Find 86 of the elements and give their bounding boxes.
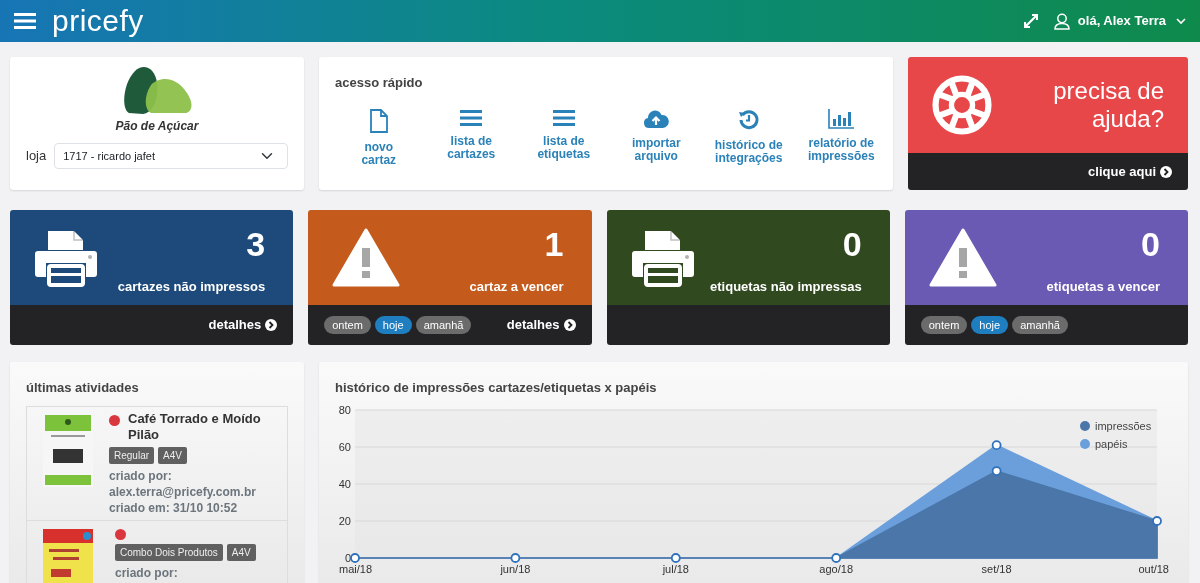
x-tick-label: mai/18 <box>339 562 373 575</box>
created-by-label: criado por: <box>109 467 172 484</box>
cloud-upload-icon <box>643 108 670 129</box>
y-tick-label: 20 <box>338 514 351 527</box>
stat-label: cartazes não impressos <box>117 277 266 296</box>
tag-label: A4V <box>158 446 187 464</box>
y-tick-label: 80 <box>338 403 351 416</box>
filter-chip[interactable]: amanhã <box>415 315 472 335</box>
created-by-label: criado por: <box>115 564 178 581</box>
history-icon <box>737 108 760 131</box>
stat-label: etiquetas a vencer <box>1046 277 1160 296</box>
filter-chip[interactable]: hoje <box>971 315 1009 335</box>
store-select[interactable]: 1717 - ricardo jafet <box>54 143 288 169</box>
bar-chart-icon <box>828 108 855 129</box>
legend-marker <box>1080 420 1090 431</box>
store-brand: Pão de Açúcar <box>115 118 199 135</box>
quick-access-link[interactable]: histórico de integrações <box>713 108 785 167</box>
y-tick-label: 0 <box>344 551 351 564</box>
list-icon <box>552 108 575 127</box>
lifebuoy-icon <box>932 75 992 135</box>
activity-title: Café Torrado e Moído Pilão <box>128 410 262 443</box>
data-point <box>670 552 681 563</box>
tag-label: Regular <box>109 446 155 464</box>
printer-icon <box>34 228 98 287</box>
stat-label: etiquetas não impressas <box>710 277 862 296</box>
activities-title: últimas atividades <box>26 379 140 397</box>
printer-icon <box>630 228 695 287</box>
expand-button[interactable] <box>1023 14 1038 28</box>
tag-label: Combo Dois Produtos <box>115 543 223 561</box>
data-point <box>1152 515 1162 526</box>
activity-item[interactable]: Café Torrado e Moído Pilão Regular A4V criado por: alex.terra@pricefy.com.br criado em: 31/10 10:52 <box>26 405 288 521</box>
chevron-circle-icon <box>563 319 576 331</box>
list-icon <box>460 108 483 127</box>
quick-access-title: acesso rápido <box>335 74 424 92</box>
data-point <box>831 552 842 563</box>
brand-logo: pricefy <box>52 6 144 36</box>
chevron-down-icon <box>1176 17 1186 25</box>
data-point <box>991 439 1002 450</box>
data-point <box>991 465 1002 476</box>
expand-icon <box>1023 14 1038 28</box>
y-tick-label: 40 <box>338 477 351 490</box>
x-tick-label: jun/18 <box>500 562 531 575</box>
file-icon <box>368 108 389 133</box>
filter-chip[interactable]: ontem <box>324 315 371 335</box>
y-tick-label: 60 <box>338 440 351 453</box>
help-title: precisa de ajuda? <box>1053 77 1164 133</box>
help-link[interactable]: clique aqui <box>1088 161 1172 182</box>
details-link[interactable]: detalhes <box>208 315 278 335</box>
stat-count: 3 <box>246 226 266 261</box>
chevron-circle-icon <box>265 319 278 331</box>
user-menu[interactable]: olá, Alex Terra <box>1077 11 1166 31</box>
chevron-circle-icon <box>1160 165 1172 178</box>
stat-count: 0 <box>842 226 862 261</box>
legend-label: impressões <box>1095 419 1152 432</box>
x-tick-label: ago/18 <box>819 562 854 575</box>
data-point <box>510 552 521 563</box>
legend-label: papéis <box>1095 437 1128 450</box>
details-link[interactable]: detalhes <box>506 315 576 335</box>
quick-access-link[interactable]: lista de etiquetas <box>528 108 600 167</box>
filter-chip[interactable]: ontem <box>920 315 968 335</box>
menu-icon <box>14 12 36 30</box>
quick-access-link[interactable]: relatório de impressões <box>805 108 877 167</box>
stat-count: 1 <box>544 226 564 261</box>
stat-count: 0 <box>1141 226 1160 261</box>
store-label: loja <box>26 147 47 166</box>
data-point <box>350 552 360 563</box>
quick-access-link[interactable]: novo cartaz <box>343 108 415 167</box>
user-icon <box>1053 12 1070 30</box>
chart-title: histórico de impressões cartazes/etiquetas x papéis <box>335 379 658 397</box>
filter-chip[interactable]: amanhã <box>1012 315 1068 335</box>
quick-access-link[interactable]: lista de cartazes <box>435 108 507 167</box>
legend-marker <box>1080 438 1090 449</box>
activity-item[interactable]: Combo Dois Produtos A4V criado por: <box>26 520 288 583</box>
warning-icon <box>332 227 401 288</box>
x-tick-label: jul/18 <box>662 562 689 575</box>
created-by-email: alex.terra@pricefy.com.br <box>109 483 256 500</box>
menu-button[interactable] <box>14 12 36 30</box>
created-at: criado em: 31/10 10:52 <box>109 499 238 516</box>
filter-chip[interactable]: hoje <box>374 315 412 335</box>
quick-access-link[interactable]: importar arquivo <box>620 108 692 167</box>
warning-icon <box>928 227 997 288</box>
x-tick-label: out/18 <box>1138 562 1169 575</box>
x-tick-label: set/18 <box>981 562 1012 575</box>
stat-label: cartaz a vencer <box>469 277 564 296</box>
store-logo-icon <box>121 65 193 115</box>
tag-label: A4V <box>226 543 256 561</box>
